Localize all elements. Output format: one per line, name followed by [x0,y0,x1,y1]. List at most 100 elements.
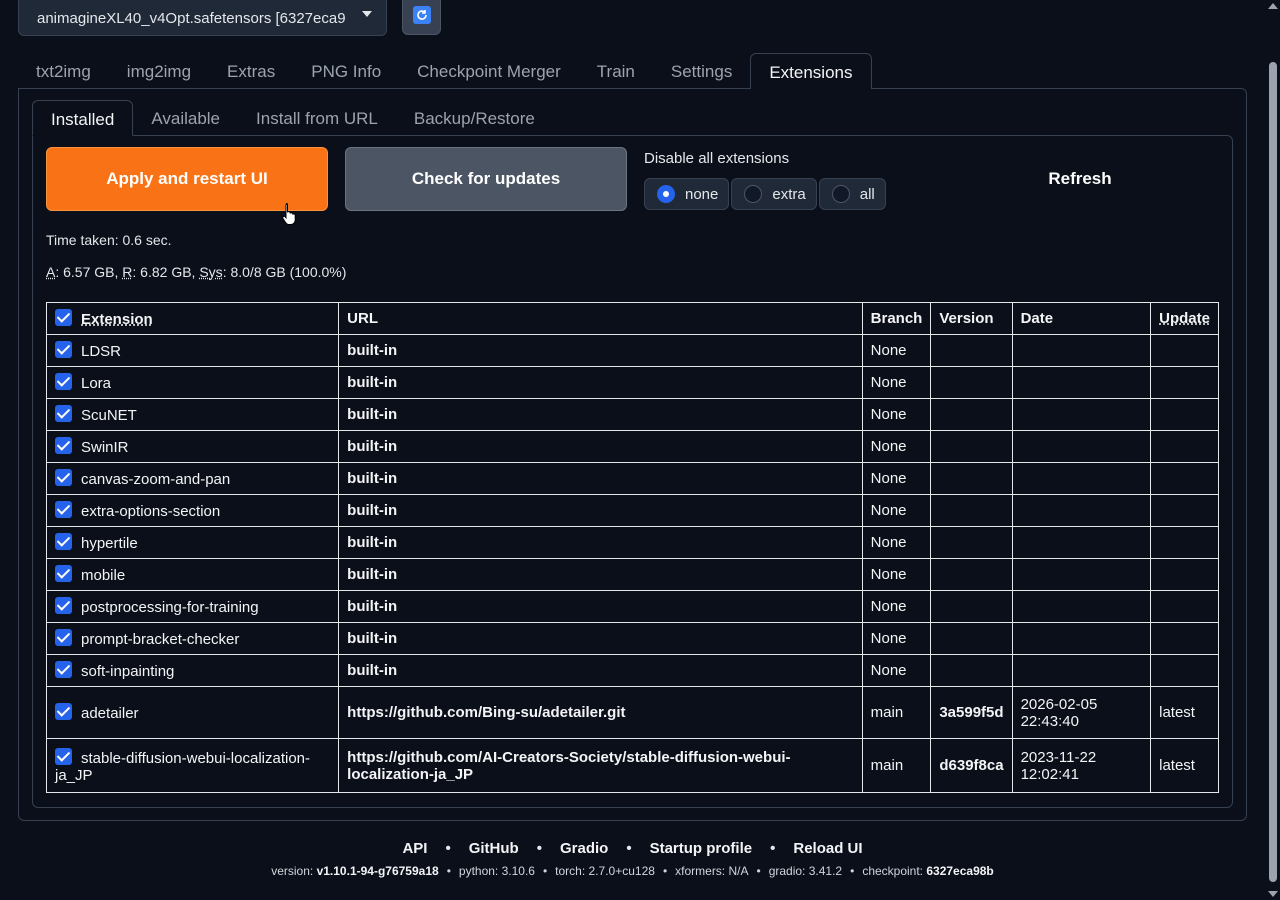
tab-img2img[interactable]: img2img [109,53,209,89]
sub-tabs: Installed Available Install from URL Bac… [32,100,553,136]
cell-date [1011,334,1152,367]
extension-checkbox[interactable] [55,747,72,765]
tab-extensions[interactable]: Extensions [750,53,872,89]
cell-version [930,654,1013,687]
table-row: canvas-zoom-and-pan built-in None [45,462,1219,495]
cell-date [1011,558,1152,591]
subtab-backup-restore[interactable]: Backup/Restore [396,100,553,136]
cell-version: 3a599f5d [930,686,1013,739]
extension-name: mobile [81,567,126,584]
extension-checkbox[interactable] [55,437,72,454]
extension-checkbox[interactable] [55,405,72,422]
cell-branch: None [861,462,932,495]
extensions-table: Extension URL Branch Version Date Update… [45,302,1219,793]
main-tabs: txt2img img2img Extras PNG Info Checkpoi… [18,53,872,89]
extension-name: extra-options-section [81,503,221,520]
cell-date: 2026-02-05 22:43:40 [1011,686,1152,739]
radio-unchecked-icon [744,185,763,203]
check-updates-button[interactable]: Check for updates [345,147,627,211]
extension-checkbox[interactable] [55,501,72,518]
tab-train[interactable]: Train [579,53,653,89]
table-row: adetailer https://github.com/Bing-su/adet… [45,686,1219,739]
cell-date [1011,526,1152,559]
cell-date [1011,654,1152,687]
extension-checkbox[interactable] [55,597,72,614]
extension-checkbox[interactable] [55,565,72,582]
extension-checkbox[interactable] [55,533,72,550]
cell-version [930,558,1013,591]
mem-a-label: A [46,264,56,280]
tab-txt2img[interactable]: txt2img [18,53,109,89]
extension-checkbox[interactable] [55,341,72,358]
subtab-install-from-url[interactable]: Install from URL [238,100,396,136]
header-branch: Branch [861,302,932,335]
cell-update [1150,334,1219,367]
select-all-checkbox[interactable] [55,309,72,326]
extension-checkbox[interactable] [55,469,72,486]
version-info: version: v1.10.1-94-g76759a18 • python: 3.… [271,864,994,878]
radio-all[interactable]: all [818,178,886,210]
refresh-button[interactable]: Refresh [940,147,1220,211]
cell-update [1150,430,1219,463]
tab-checkpoint-merger[interactable]: Checkpoint Merger [399,53,579,89]
header-url: URL [338,302,863,335]
extension-checkbox[interactable] [55,661,72,678]
checkpoint-dropdown[interactable]: animagineXL40_v4Opt.safetensors [6327eca… [18,0,387,36]
cell-version [930,398,1013,431]
cell-version [930,590,1013,623]
footer-link-gradio[interactable]: Gradio [560,840,608,857]
subtab-available[interactable]: Available [133,100,238,136]
footer-link-startup-profile[interactable]: Startup profile [650,840,753,857]
footer-link-github[interactable]: GitHub [469,840,519,857]
cell-update: latest [1150,686,1219,739]
extension-checkbox[interactable] [55,373,72,390]
extension-name: SwinIR [81,439,129,456]
radio-none[interactable]: none [644,178,730,210]
cell-url: built-in [338,462,863,495]
header-date: Date [1011,302,1152,335]
table-row: Lora built-in None [45,366,1219,399]
cell-branch: main [861,686,932,739]
scroll-down-icon[interactable] [1268,891,1278,897]
cell-url: built-in [338,622,863,655]
cell-extension: soft-inpainting [45,654,340,687]
tab-png-info[interactable]: PNG Info [293,53,399,89]
footer-link-reload-ui[interactable]: Reload UI [793,840,862,857]
subtab-installed[interactable]: Installed [32,100,134,136]
header-version: Version [930,302,1013,335]
table-row: SwinIR built-in None [45,430,1219,463]
tab-settings[interactable]: Settings [653,53,750,89]
checkpoint-value: animagineXL40_v4Opt.safetensors [6327eca… [37,9,346,27]
header-extension: Extension [45,302,340,335]
extension-name: adetailer [81,705,139,722]
extension-checkbox[interactable] [55,629,72,646]
table-row: soft-inpainting built-in None [45,654,1219,687]
chevron-down-icon [362,11,372,17]
footer-link-api[interactable]: API [402,840,427,857]
radio-extra[interactable]: extra [731,178,817,210]
cell-url: https://github.com/AI-Creators-Society/s… [338,738,863,793]
cell-url: https://github.com/Bing-su/adetailer.git [338,686,863,739]
cell-branch: None [861,494,932,527]
table-row: LDSR built-in None [45,334,1219,367]
table-row: prompt-bracket-checker built-in None [45,622,1219,655]
tab-extras[interactable]: Extras [209,53,293,89]
cell-branch: None [861,590,932,623]
extension-checkbox[interactable] [55,703,72,720]
disable-extensions-label: Disable all extensions [644,150,790,167]
scroll-thumb[interactable] [1269,62,1277,882]
table-row: extra-options-section built-in None [45,494,1219,527]
scroll-up-icon[interactable] [1268,3,1278,9]
refresh-checkpoint-button[interactable] [402,0,441,35]
cell-extension: LDSR [45,334,340,367]
footer-links: API • GitHub • Gradio • Startup profile … [402,840,863,857]
cell-version [930,494,1013,527]
hand-cursor-icon [282,203,296,225]
cell-extension: prompt-bracket-checker [45,622,340,655]
cell-extension: hypertile [45,526,340,559]
table-header-row: Extension URL Branch Version Date Update [45,302,1219,335]
cell-branch: None [861,558,932,591]
page-scrollbar[interactable] [1265,0,1280,900]
table-row: ScuNET built-in None [45,398,1219,431]
extension-name: stable-diffusion-webui-localization-ja_J… [55,749,311,784]
